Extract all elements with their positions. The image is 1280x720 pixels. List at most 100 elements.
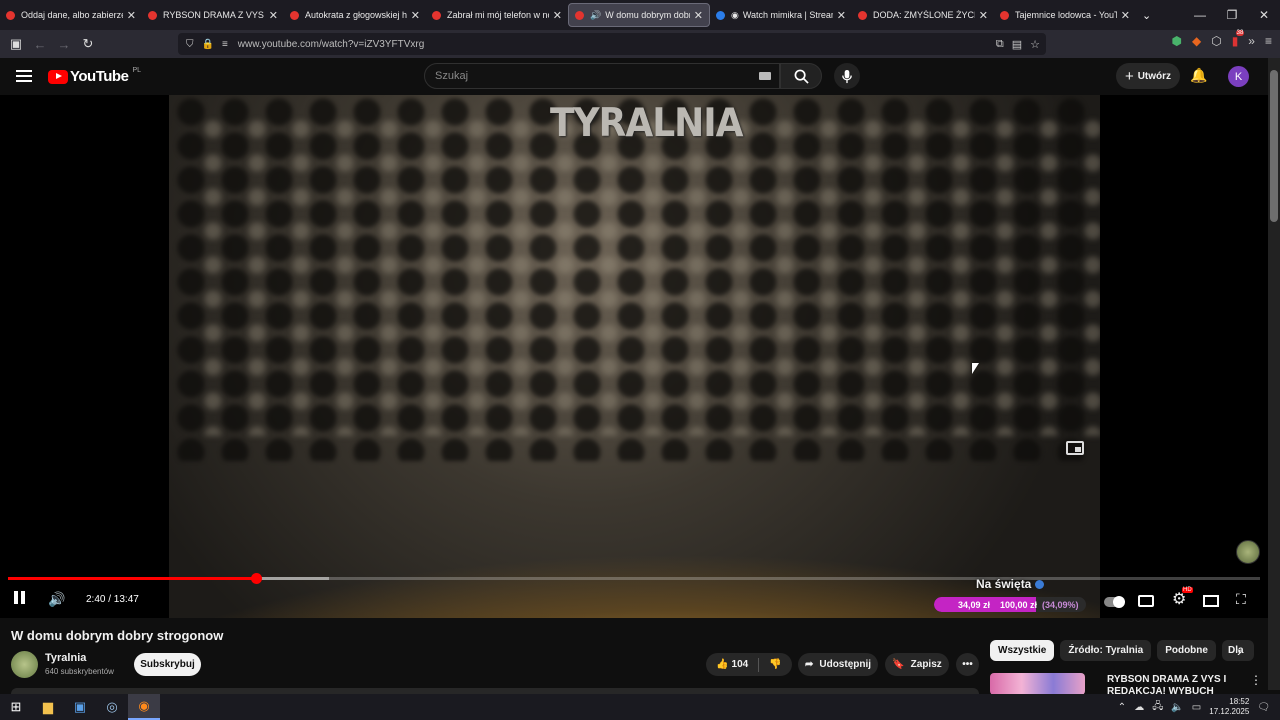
volume-icon[interactable]: 🔊 <box>48 591 65 608</box>
close-tab-icon[interactable]: ✕ <box>1121 9 1130 22</box>
like-button[interactable]: 👍 104 <box>716 659 748 670</box>
back-icon[interactable]: ← <box>28 37 52 52</box>
file-explorer-icon[interactable]: ▆ <box>32 694 64 720</box>
pause-button[interactable] <box>14 591 28 605</box>
forward-icon[interactable]: → <box>52 37 76 52</box>
browser-tab[interactable]: RYBSON DRAMA Z VYS I REDA✕ <box>142 3 284 27</box>
subtitles-icon[interactable] <box>1138 595 1154 607</box>
theater-mode-icon[interactable] <box>1203 595 1219 607</box>
chevron-right-icon[interactable]: › <box>1237 643 1242 659</box>
bookmark-star-icon[interactable]: ☆ <box>1030 38 1040 51</box>
video-frame[interactable]: TYRALNIA <box>169 95 1100 618</box>
menu-icon[interactable] <box>16 70 32 82</box>
browser-tab-active[interactable]: 🔊 W domu dobrym dobry ✕ <box>568 3 710 27</box>
account-avatar[interactable]: K <box>1228 66 1249 87</box>
chapter-title[interactable]: Na święta <box>976 577 1045 591</box>
scrollbar-thumb[interactable] <box>1270 70 1278 222</box>
close-tab-icon[interactable]: ✕ <box>694 9 703 22</box>
steam-icon[interactable]: ◎ <box>96 694 128 720</box>
keyboard-icon[interactable] <box>759 72 771 80</box>
search-input[interactable]: Szukaj <box>424 63 780 89</box>
recommendation-menu-icon[interactable]: ⋮ <box>1250 673 1262 687</box>
more-actions-icon[interactable]: ••• <box>956 653 979 676</box>
tray-app-icon[interactable]: ☁ <box>1134 702 1144 713</box>
reload-icon[interactable]: ↻ <box>76 36 100 52</box>
youtube-icon <box>290 10 299 20</box>
chip-related[interactable]: Podobne <box>1157 640 1216 661</box>
maximize-icon[interactable]: ❐ <box>1216 8 1248 22</box>
autoplay-toggle[interactable] <box>1104 596 1125 608</box>
channel-name[interactable]: Tyralnia <box>45 652 86 664</box>
browser-tab-bar: Oddaj dane, albo zabierzemy✕ RYBSON DRAM… <box>0 0 1280 30</box>
miniplayer-icon[interactable] <box>1066 441 1084 455</box>
close-tab-icon[interactable]: ✕ <box>411 9 420 22</box>
youtube-logo[interactable]: YouTube PL <box>48 67 141 85</box>
minimize-icon[interactable]: — <box>1184 8 1216 22</box>
tray-display-icon[interactable]: ▭ <box>1192 702 1201 713</box>
dislike-icon[interactable]: 👎 <box>769 659 781 670</box>
video-title: W domu dobrym dobry strogonow <box>11 628 224 643</box>
channel-branding-watermark[interactable] <box>1236 540 1260 564</box>
browser-tab[interactable]: Tajemnice lodowca - YouTube✕ <box>994 3 1136 27</box>
search-placeholder: Szukaj <box>435 70 469 82</box>
speaker-icon[interactable]: 🔊 <box>590 10 601 21</box>
create-button[interactable]: + Utwórz <box>1116 63 1180 89</box>
sidebar-toggle-icon[interactable]: ▣ <box>4 36 28 52</box>
picture-in-picture-icon[interactable]: ⧉ <box>996 38 1004 51</box>
page-scrollbar[interactable] <box>1268 58 1280 690</box>
extensions-icon[interactable]: ⬡ <box>1211 34 1221 48</box>
share-button[interactable]: ➦ Udostępnij <box>798 653 878 676</box>
shield-icon[interactable]: ⛉ <box>186 39 194 50</box>
browser-tab[interactable]: DODA: ZMYŚLONE ŻYCIE I KA✕ <box>852 3 994 27</box>
search-button[interactable] <box>780 63 822 89</box>
browser-tab[interactable]: Oddaj dane, albo zabierzemy✕ <box>0 3 142 27</box>
address-bar[interactable]: ⛉ 🔒 ≡ www.youtube.com/watch?v=iZV3YFTVxr… <box>178 33 1046 55</box>
permissions-icon[interactable]: ≡ <box>222 39 228 50</box>
firefox-icon[interactable]: ◉ <box>128 694 160 720</box>
scrubber-handle[interactable] <box>250 573 262 584</box>
notifications-bell-icon[interactable]: 🔔 <box>1190 67 1207 84</box>
close-window-icon[interactable]: ✕ <box>1248 8 1280 22</box>
close-tab-icon[interactable]: ✕ <box>127 9 136 22</box>
lock-icon[interactable]: 🔒 <box>202 39 214 50</box>
country-code: PL <box>132 67 141 74</box>
recommendation-thumbnail[interactable] <box>990 673 1085 695</box>
search-icon <box>794 69 809 84</box>
microphone-icon <box>842 69 852 83</box>
browser-tab[interactable]: Zabrał mi mój telefon w nocy✕ <box>426 3 568 27</box>
overflow-menu-icon[interactable]: » <box>1248 34 1255 48</box>
reader-view-icon[interactable]: ▤ <box>1012 38 1022 51</box>
close-tab-icon[interactable]: ✕ <box>837 9 846 22</box>
voice-search-button[interactable] <box>834 63 860 89</box>
url-text[interactable]: www.youtube.com/watch?v=iZV3YFTVxrg <box>238 39 424 50</box>
like-dislike-group: 👍 104 👎 <box>706 653 792 676</box>
vpn-extension-icon[interactable]: ⬢ <box>1171 34 1181 48</box>
close-tab-icon[interactable]: ✕ <box>979 9 988 22</box>
settings-gear-icon[interactable]: ⚙ HD <box>1172 587 1193 609</box>
channel-avatar[interactable] <box>11 651 38 678</box>
close-tab-icon[interactable]: ✕ <box>553 9 562 22</box>
video-player[interactable]: TYRALNIA 🔊 2:40 / 13:47 Na święta 34,09 … <box>0 95 1268 618</box>
fox-extension-icon[interactable]: ◆ <box>1192 34 1201 48</box>
notification-center-icon[interactable]: 🗨 <box>1257 702 1270 713</box>
app-menu-icon[interactable]: ≡ <box>1265 34 1272 48</box>
tab-list-chevron-icon[interactable]: ⌄ <box>1142 9 1151 22</box>
browser-tab[interactable]: ◉Watch mimikra | Streamab✕ <box>710 3 852 27</box>
windows-start-icon[interactable]: ⊞ <box>0 694 32 720</box>
bookmark-icon: 🔖 <box>892 659 905 670</box>
fullscreen-icon[interactable]: ⛶ <box>1236 591 1246 608</box>
chip-all[interactable]: Wszystkie <box>990 640 1055 661</box>
extension-badge-icon[interactable]: ▮ 38 <box>1232 30 1245 48</box>
clock[interactable]: 18:52 17.12.2025 <box>1209 697 1249 717</box>
browser-tab[interactable]: Autokrata z głogowskiej huty✕ <box>284 3 426 27</box>
recommendation-title[interactable]: RYBSON DRAMA Z VYS I REDAKCJA! WYBUCH <box>1107 674 1227 694</box>
tray-volume-icon[interactable]: 🔈 <box>1171 702 1183 713</box>
seek-bar[interactable] <box>8 573 1260 584</box>
network-icon[interactable]: 🖧 <box>1152 699 1163 716</box>
subscribe-button[interactable]: Subskrybuj <box>134 653 201 676</box>
close-tab-icon[interactable]: ✕ <box>269 9 278 22</box>
chip-source[interactable]: Źródło: Tyralnia <box>1060 640 1152 661</box>
control-panel-icon[interactable]: ▣ <box>64 694 96 720</box>
tray-expand-icon[interactable]: ⌃ <box>1118 702 1126 713</box>
save-button[interactable]: 🔖 Zapisz <box>885 653 949 676</box>
